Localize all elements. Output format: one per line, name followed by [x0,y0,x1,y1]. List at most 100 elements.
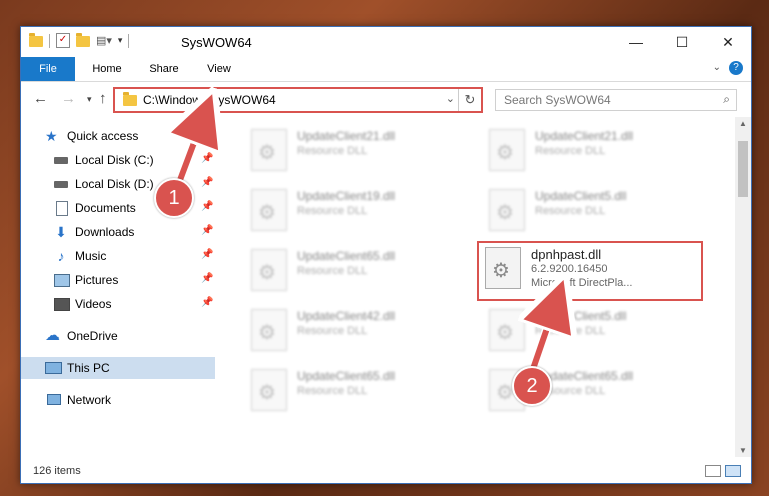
pin-icon[interactable]: 📌 [201,177,213,188]
file-type: Resource DLL [297,205,368,217]
sidebar-item-onedrive[interactable]: ☁ OneDrive [45,325,118,347]
step-2-badge: 2 [512,366,552,406]
sidebar-item-label: Documents [75,201,136,215]
back-arrow-icon[interactable]: ← [33,90,48,107]
sidebar-item-local-disk-d[interactable]: Local Disk (D:) [53,173,154,195]
qat-dropdown-icon[interactable]: ▾ [118,35,123,46]
file-name: UpdateClient42.dll [297,309,396,323]
scrollbar-thumb[interactable] [738,141,748,197]
search-icon: ⌕ [723,92,730,106]
minimize-icon[interactable]: — [613,27,659,57]
sidebar-item-videos[interactable]: Videos [53,293,111,315]
dll-file-icon [485,247,521,289]
item-count: 126 items [33,465,81,477]
file-item[interactable]: UpdateClient21.dll Resource DLL [483,125,703,175]
cloud-icon: ☁ [45,327,60,344]
search-placeholder: Search SysWOW64 [504,93,611,107]
tab-file[interactable]: File [21,57,75,81]
videos-icon [53,296,70,312]
network-icon [45,392,61,408]
sidebar-item-label: Quick access [67,129,139,143]
file-item[interactable]: UpdateClient5.dll Resource DLL [483,185,703,235]
file-item[interactable]: UpdateClient65.dll Resource DLL [245,365,465,415]
dll-file-icon [251,189,287,231]
sidebar-item-local-disk-c[interactable]: Local Disk (C:) [53,149,154,171]
dll-file-icon [489,309,525,351]
file-type: Resource DLL [535,325,606,337]
file-item[interactable]: UpdateClient42.dll Resource DLL [245,305,465,355]
file-version: 6.2.9200.16450 [531,263,608,275]
scroll-down-icon[interactable]: ▼ [739,446,747,455]
sidebar-item-label: Local Disk (D:) [75,177,154,191]
details-view-icon[interactable] [705,465,721,477]
file-description: Microsoft DirectPla... [531,277,633,289]
pin-icon[interactable]: 📌 [201,225,213,236]
file-name: UpdateClient65.dll [297,249,396,263]
sidebar-item-this-pc[interactable]: This PC [21,357,215,379]
recent-locations-icon[interactable]: ▾ [87,94,92,105]
new-folder-icon[interactable] [76,33,90,47]
file-name: UpdateClient5.dll [535,189,627,203]
quick-access-toolbar: ✓ ▤▾ ▾ [29,33,130,48]
file-item[interactable]: UpdateClient19.dll Resource DLL [245,185,465,235]
file-type: Resource DLL [297,325,368,337]
title-bar: ✓ ▤▾ ▾ SysWOW64 — ☐ ✕ [21,27,751,57]
sidebar-item-label: Downloads [75,225,135,239]
address-path: C:\Windows\SysWOW64 [143,93,276,107]
tab-share[interactable]: Share [139,57,189,81]
window-title: SysWOW64 [181,35,252,50]
sidebar-item-network[interactable]: Network [45,389,111,411]
explorer-window: ✓ ▤▾ ▾ SysWOW64 — ☐ ✕ File Home Share Vi… [20,26,752,484]
drive-icon [53,152,69,168]
file-name: UpdateClient5.dll [535,309,627,323]
pin-icon[interactable]: 📌 [201,297,213,308]
forward-arrow-icon[interactable]: → [61,90,76,107]
chevron-down-icon[interactable]: ⌄ [446,92,455,105]
dll-file-icon [251,369,287,411]
sidebar-item-label: Network [67,393,112,407]
pin-icon[interactable]: 📌 [201,201,213,212]
file-name: UpdateClient19.dll [297,189,396,203]
pin-icon[interactable]: 📌 [201,273,213,284]
navigation-pane: ★ Quick access Local Disk (C:) Local Dis… [21,121,215,451]
maximize-icon[interactable]: ☐ [659,27,705,57]
pin-icon[interactable]: 📌 [201,249,213,260]
properties-icon[interactable]: ✓ [56,33,70,48]
address-bar[interactable]: C:\Windows\SysWOW64 ⌄ ↻ [113,87,483,113]
music-icon: ♪ [57,248,65,264]
sidebar-item-music[interactable]: ♪ Music [53,245,107,267]
qat-customize-icon[interactable]: ▤▾ [96,34,112,47]
navigation-bar: ← → ▾ ↑ C:\Windows\SysWOW64 ⌄ ↻ Search S… [21,83,751,115]
file-type: Resource DLL [297,265,368,277]
file-item[interactable]: UpdateClient65.dll Resource DLL [245,245,465,295]
folder-icon [29,33,43,47]
tab-home[interactable]: Home [79,57,135,81]
search-input[interactable]: Search SysWOW64 ⌕ [495,89,737,111]
file-name: dpnhpast.dll [531,247,602,262]
up-arrow-icon[interactable]: ↑ [99,90,107,107]
file-list: UpdateClient21.dll Resource DLL UpdateCl… [235,117,735,457]
pin-icon[interactable]: 📌 [201,153,213,164]
file-item[interactable]: UpdateClient5.dll Resource DLL [483,305,703,355]
sidebar-item-quick-access[interactable]: ★ Quick access [45,125,138,147]
sidebar-item-pictures[interactable]: Pictures [53,269,118,291]
dll-file-icon [251,249,287,291]
divider [128,33,130,48]
refresh-icon[interactable]: ↻ [458,89,481,111]
document-icon [53,200,69,216]
file-item[interactable]: UpdateClient21.dll Resource DLL [245,125,465,175]
vertical-scrollbar[interactable]: ▲ ▼ [735,117,751,457]
help-icon[interactable]: ? [729,61,743,75]
sidebar-item-downloads[interactable]: ⬇ Downloads [53,221,134,243]
close-icon[interactable]: ✕ [705,27,751,57]
sidebar-item-documents[interactable]: Documents [53,197,136,219]
scroll-up-icon[interactable]: ▲ [739,119,747,128]
file-type: Resource DLL [535,205,606,217]
tab-view[interactable]: View [195,57,243,81]
computer-icon [45,360,62,376]
ribbon-expand-icon[interactable]: ⌄ [713,62,721,73]
file-item-highlighted[interactable]: dpnhpast.dll 6.2.9200.16450 Microsoft Di… [477,241,703,301]
large-icons-view-icon[interactable] [725,465,741,477]
file-name: UpdateClient21.dll [535,129,634,143]
sidebar-item-label: Pictures [75,273,119,287]
